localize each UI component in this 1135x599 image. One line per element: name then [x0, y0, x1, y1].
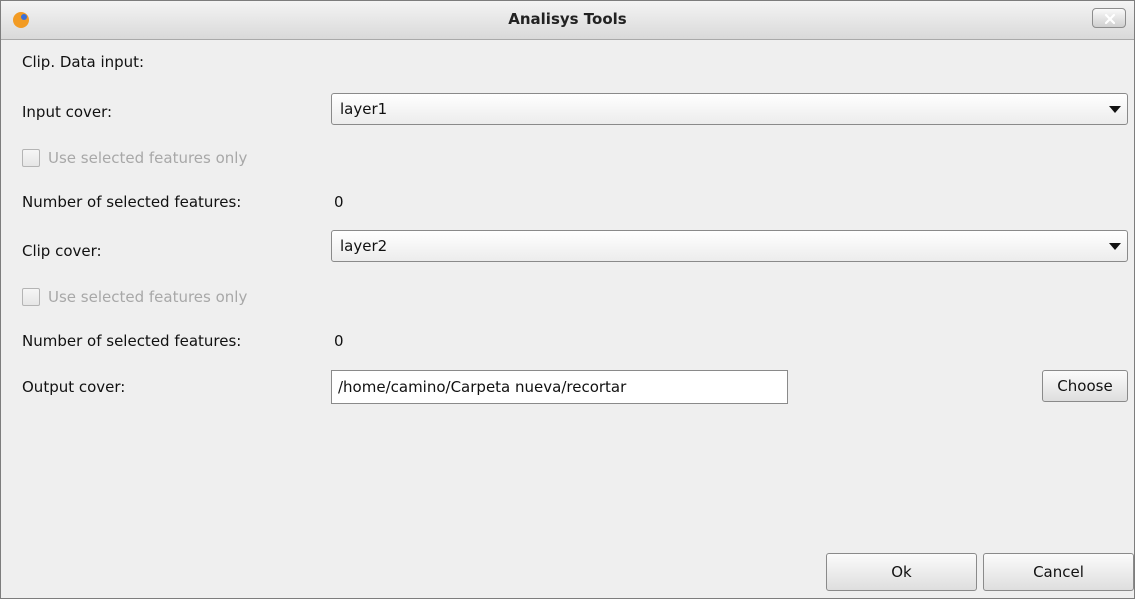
output-cover-label: Output cover:	[22, 378, 126, 396]
input-cover-label: Input cover:	[22, 103, 113, 121]
dialog-window: Analisys Tools Clip. Data input: Input c…	[0, 0, 1135, 599]
close-icon	[1104, 13, 1116, 25]
input-use-selected-checkbox[interactable]	[22, 149, 40, 167]
chevron-down-icon	[1109, 243, 1121, 250]
clip-selected-count: 0	[334, 332, 344, 350]
input-cover-select[interactable]: layer1	[331, 93, 1128, 125]
clip-use-selected-label: Use selected features only	[48, 288, 248, 306]
input-selected-count-label: Number of selected features:	[22, 193, 242, 211]
choose-button[interactable]: Choose	[1042, 370, 1128, 402]
clip-use-selected-checkbox[interactable]	[22, 288, 40, 306]
input-use-selected-label: Use selected features only	[48, 149, 248, 167]
cancel-button[interactable]: Cancel	[983, 553, 1134, 591]
clip-cover-select[interactable]: layer2	[331, 230, 1128, 262]
title-bar[interactable]: Analisys Tools	[1, 1, 1134, 40]
clip-selected-count-label: Number of selected features:	[22, 332, 242, 350]
output-cover-field[interactable]	[331, 370, 788, 404]
chevron-down-icon	[1109, 106, 1121, 113]
clip-cover-value: layer2	[340, 237, 388, 255]
input-selected-count: 0	[334, 193, 344, 211]
input-cover-value: layer1	[340, 100, 388, 118]
section-title: Clip. Data input:	[22, 53, 145, 71]
clip-cover-label: Clip cover:	[22, 242, 102, 260]
ok-button[interactable]: Ok	[826, 553, 977, 591]
window-title: Analisys Tools	[508, 10, 627, 28]
close-button[interactable]	[1092, 8, 1126, 28]
